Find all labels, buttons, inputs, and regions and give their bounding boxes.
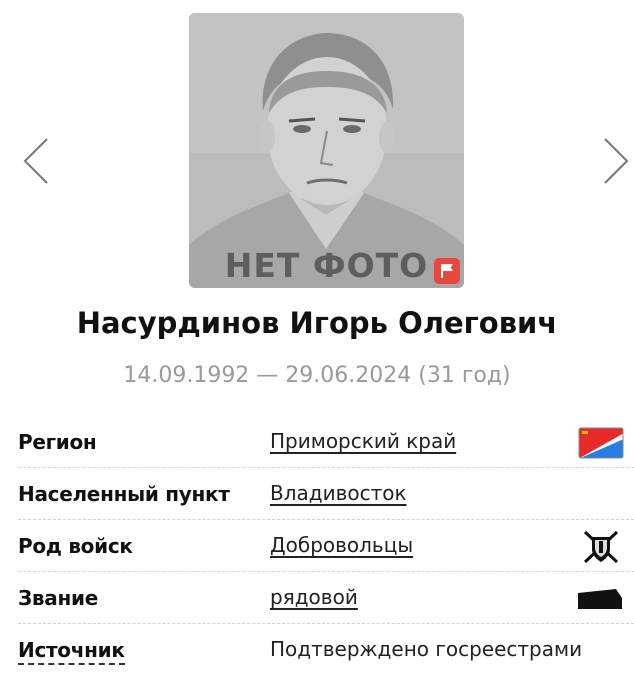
source-value: Подтверждено госреестрами	[270, 637, 583, 661]
rank-insignia-icon	[578, 589, 622, 609]
branch-link[interactable]: Добровольцы	[270, 533, 413, 557]
person-photo: НЕТ ФОТО	[189, 13, 464, 288]
region-flag-icon	[578, 427, 624, 459]
gallery-prev-button[interactable]	[22, 137, 52, 185]
settlement-link[interactable]: Владивосток	[270, 481, 407, 505]
detail-row-region: Регион Приморский край	[18, 416, 634, 468]
details-table: Регион Приморский край Населенный пункт …	[18, 416, 634, 676]
detail-row-branch: Род войск Добровольцы	[18, 520, 634, 572]
detail-row-settlement: Населенный пункт Владивосток	[18, 468, 634, 520]
gallery-next-button[interactable]	[600, 137, 630, 185]
region-link[interactable]: Приморский край	[270, 429, 456, 453]
branch-label: Род войск	[18, 534, 133, 558]
settlement-label: Населенный пункт	[18, 482, 230, 506]
detail-row-rank: Звание рядовой	[18, 572, 634, 624]
source-label[interactable]: Источник	[18, 638, 125, 665]
volunteers-emblem-icon	[583, 530, 619, 564]
region-label: Регион	[18, 430, 97, 454]
chevron-right-icon	[604, 138, 629, 184]
flag-icon	[441, 264, 453, 278]
person-name: Насурдинов Игорь Олегович	[76, 306, 558, 340]
person-life-dates: 14.09.1992 — 29.06.2024 (31 год)	[123, 363, 511, 388]
rank-label: Звание	[18, 586, 98, 610]
report-photo-button[interactable]	[434, 258, 460, 284]
rank-link[interactable]: рядовой	[270, 585, 358, 609]
chevron-left-icon	[23, 138, 48, 184]
detail-row-source: Источник Подтверждено госреестрами	[18, 624, 634, 676]
no-photo-caption: НЕТ ФОТО	[224, 246, 429, 285]
